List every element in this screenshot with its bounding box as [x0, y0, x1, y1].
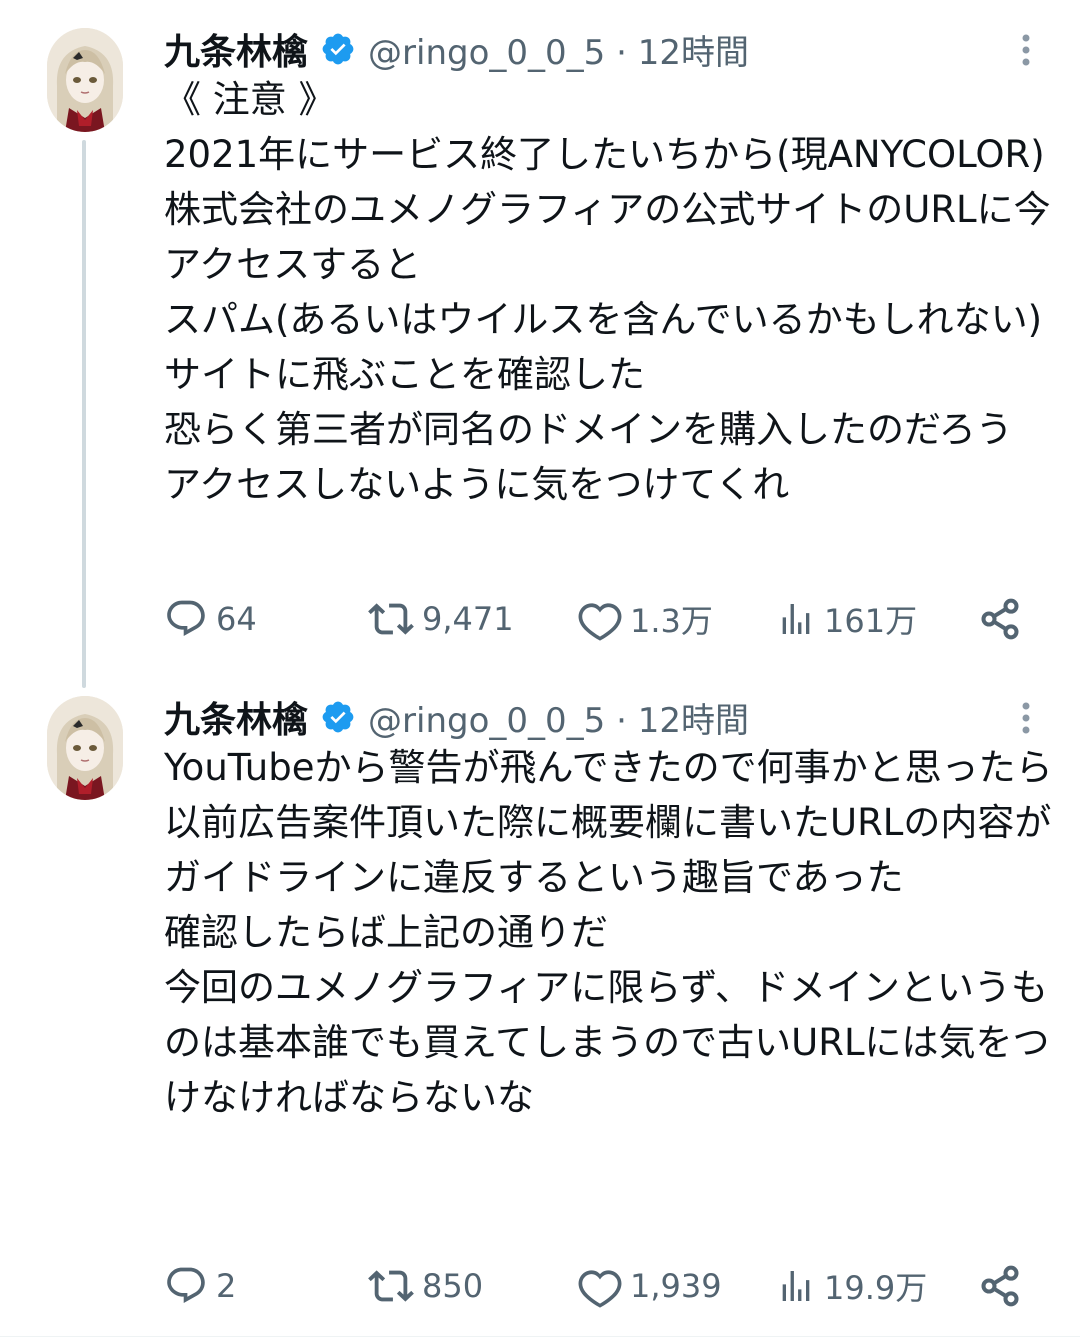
tweet-text: YouTubeから警告が飛んできたので何事かと思ったら 以前広告案件頂いた際に概… — [164, 746, 1053, 1119]
more-vertical-icon[interactable] — [1016, 698, 1036, 738]
views-count: 161万 — [824, 602, 918, 640]
avatar[interactable] — [47, 28, 123, 132]
verified-badge-icon — [320, 31, 356, 67]
share-button[interactable] — [978, 1261, 1022, 1311]
retweet-button[interactable]: 9,471 — [368, 594, 514, 644]
heart-icon — [578, 1270, 622, 1308]
reply-count: 64 — [216, 600, 257, 638]
tweet-actions: 64 9,471 1.3万 161万 — [164, 594, 1034, 644]
thread-connector-line — [82, 140, 86, 688]
reply-button[interactable]: 64 — [164, 594, 257, 644]
retweet-button[interactable]: 850 — [368, 1261, 483, 1311]
tweet-text: 《 注意 》 2021年にサービス終了したいちから(現ANYCOLOR)株式会社… — [164, 78, 1051, 506]
views-button[interactable]: 19.9万 — [776, 1261, 927, 1311]
avatar[interactable] — [47, 696, 123, 800]
tweet-actions: 2 850 1,939 19.9万 — [164, 1261, 1034, 1311]
like-count: 1.3万 — [630, 602, 713, 640]
views-button[interactable]: 161万 — [776, 594, 917, 644]
views-count: 19.9万 — [824, 1269, 928, 1307]
reply-button[interactable]: 2 — [164, 1261, 236, 1311]
divider — [0, 1336, 1080, 1337]
author-name[interactable]: 九条林檎 — [164, 691, 308, 743]
like-button[interactable]: 1,939 — [578, 1261, 722, 1311]
share-icon — [981, 1265, 1019, 1307]
retweet-count: 850 — [422, 1267, 484, 1305]
tweet-header: 九条林檎 @ringo_0_0_5 · 12時間 — [164, 690, 749, 744]
share-button[interactable] — [978, 594, 1022, 644]
share-icon — [981, 598, 1019, 640]
views-icon — [782, 1271, 810, 1301]
handle-and-time[interactable]: @ringo_0_0_5 · 12時間 — [368, 693, 749, 742]
more-vertical-icon[interactable] — [1016, 30, 1036, 70]
views-icon — [782, 604, 810, 634]
heart-icon — [578, 603, 622, 641]
retweet-icon — [368, 603, 414, 635]
reply-icon — [167, 1267, 205, 1303]
retweet-count: 9,471 — [422, 600, 514, 638]
reply-icon — [167, 600, 205, 636]
tweet-header: 九条林檎 @ringo_0_0_5 · 12時間 — [164, 22, 749, 76]
like-button[interactable]: 1.3万 — [578, 594, 713, 644]
retweet-icon — [368, 1270, 414, 1302]
reply-count: 2 — [216, 1267, 237, 1305]
handle-and-time[interactable]: @ringo_0_0_5 · 12時間 — [368, 25, 749, 74]
like-count: 1,939 — [630, 1267, 722, 1305]
verified-badge-icon — [320, 699, 356, 735]
author-name[interactable]: 九条林檎 — [164, 23, 308, 75]
